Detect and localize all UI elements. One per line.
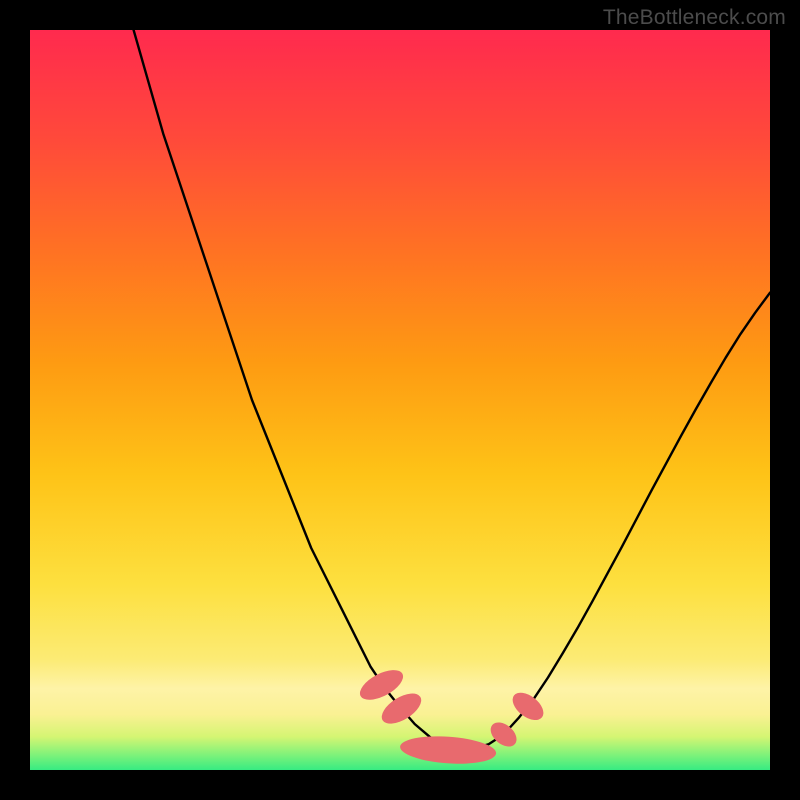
plot-svg (30, 30, 770, 770)
watermark-text: TheBottleneck.com (603, 6, 786, 30)
gradient-background (30, 30, 770, 770)
plot-area (30, 30, 770, 770)
chart-frame: TheBottleneck.com (0, 0, 800, 800)
